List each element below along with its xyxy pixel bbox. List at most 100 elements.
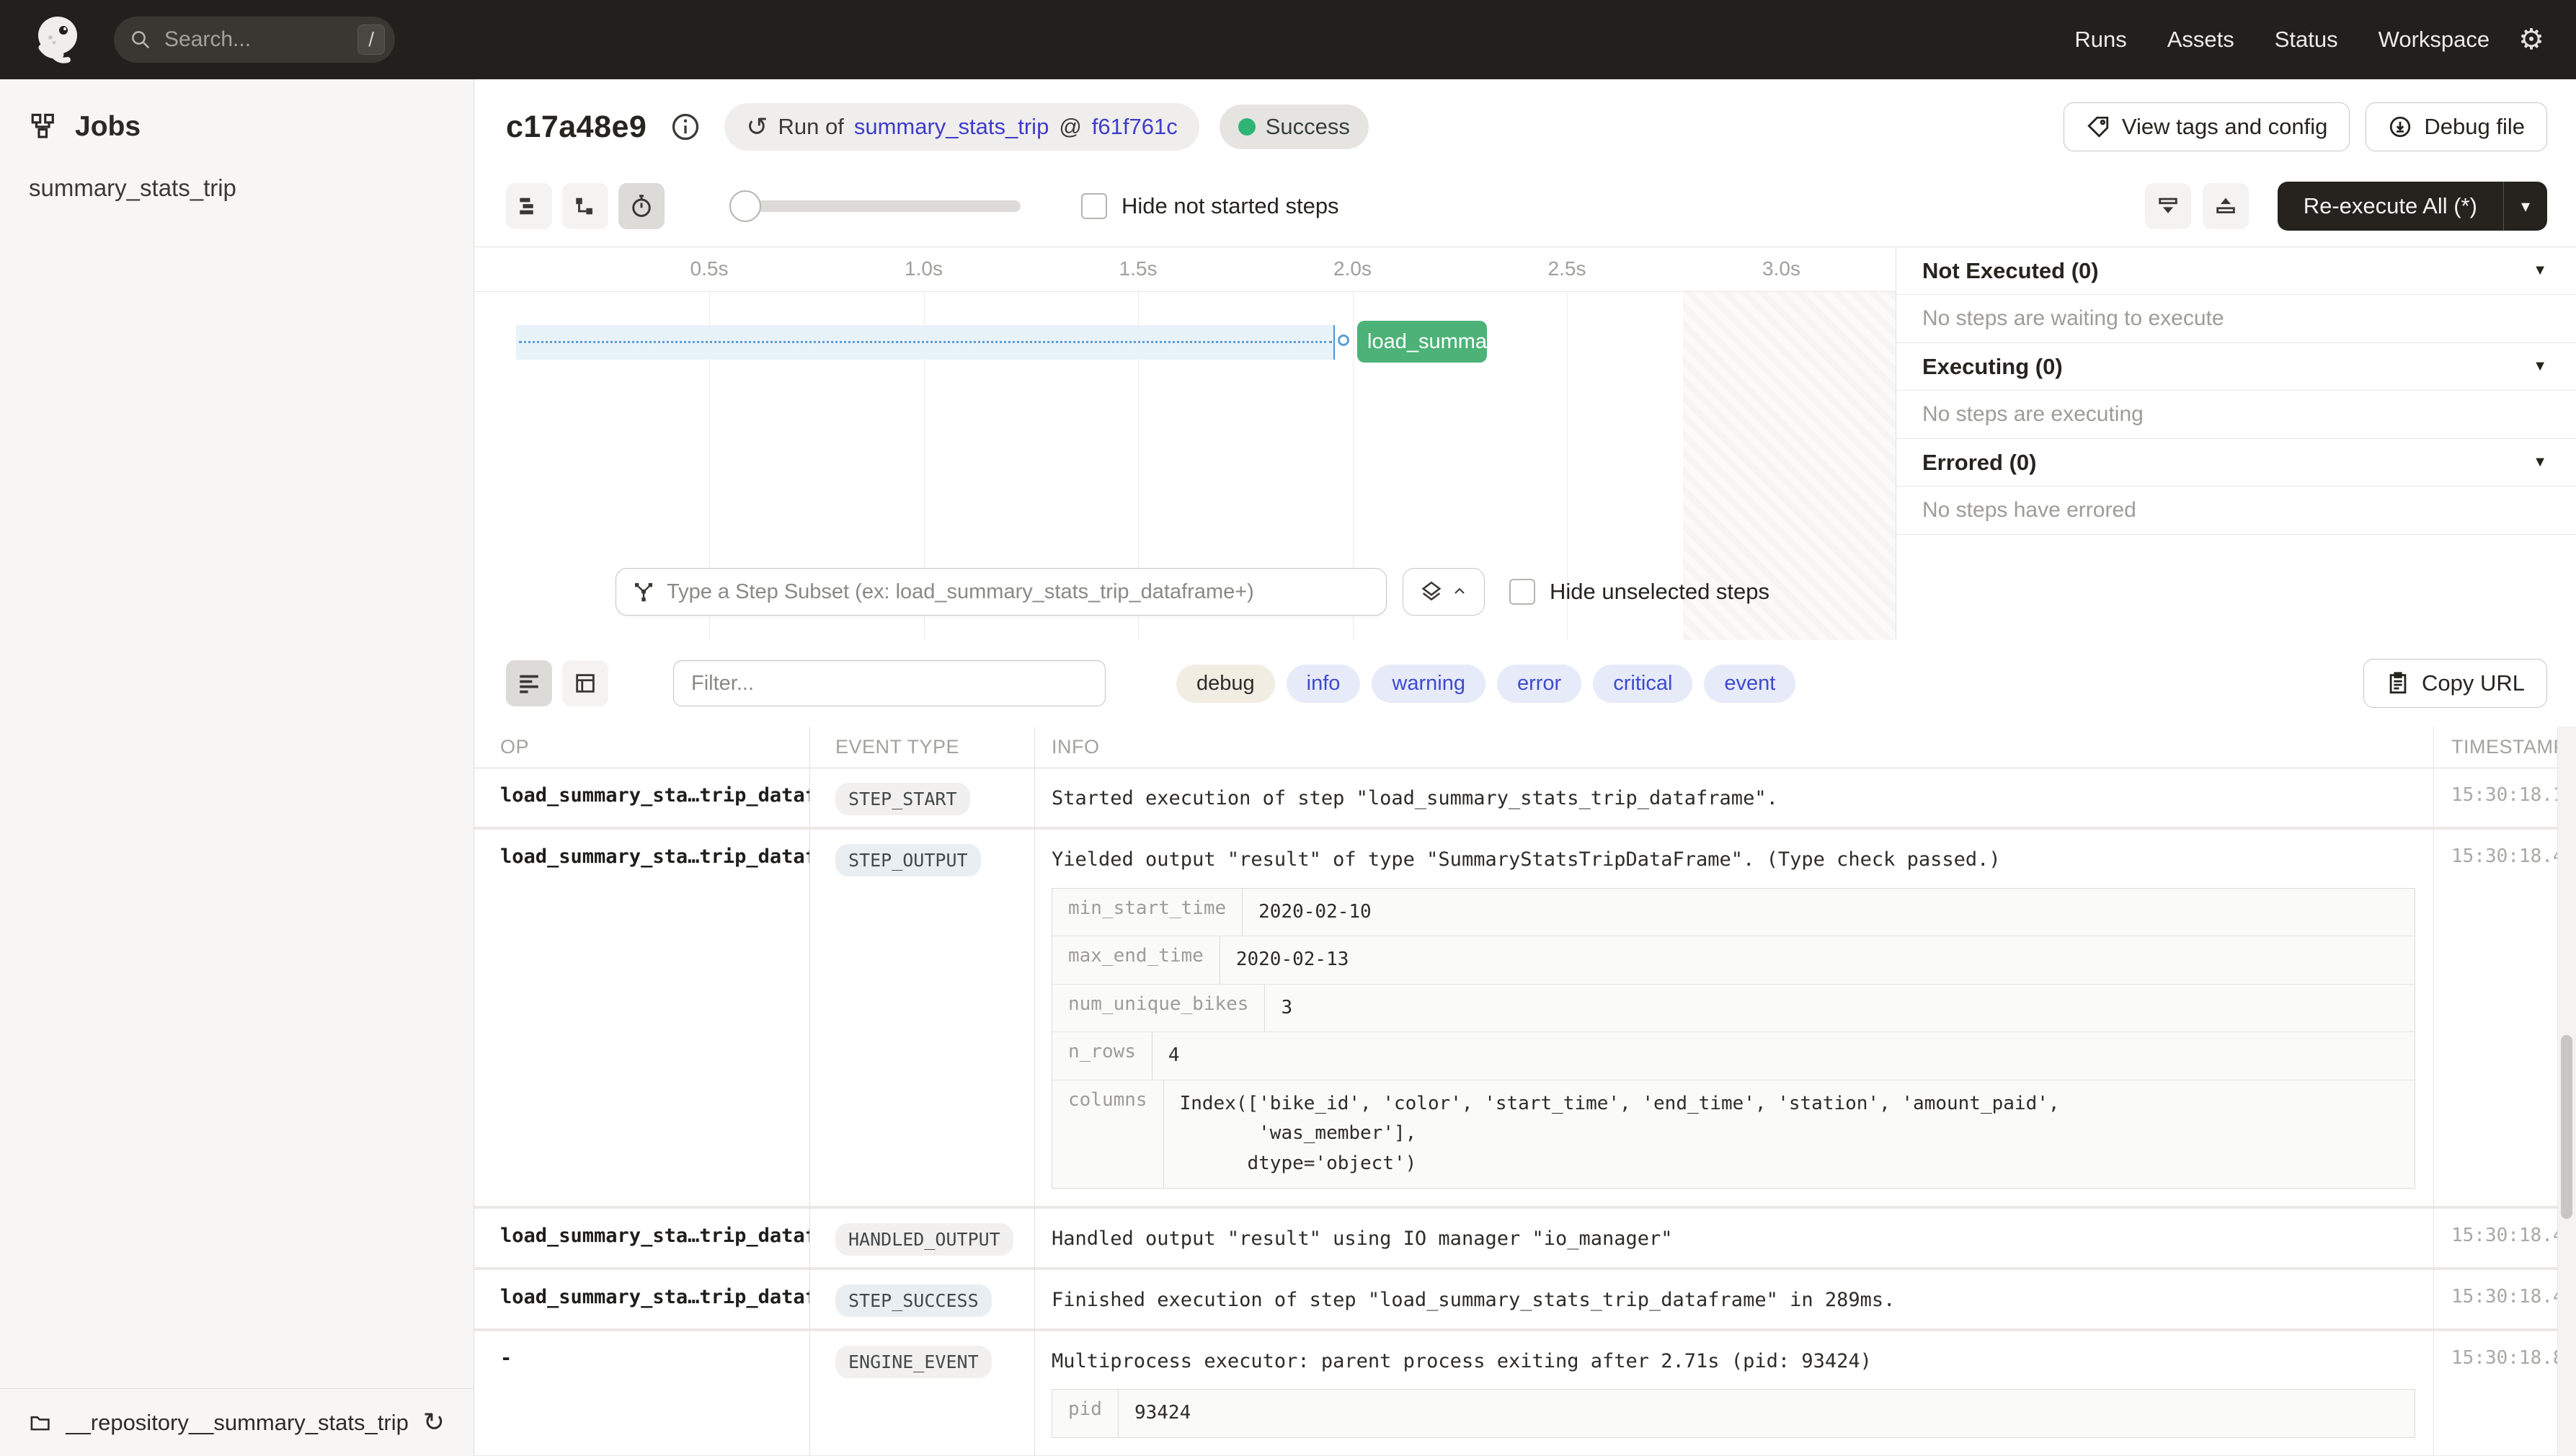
repository-row[interactable]: __repository__summary_stats_trip ↻: [0, 1388, 474, 1456]
search-placeholder: Search...: [164, 27, 252, 51]
log-op-cell: -: [500, 1346, 512, 1370]
log-info-cell: Handled output "result" using IO manager…: [1034, 1209, 2434, 1267]
global-search-input[interactable]: Search... /: [114, 17, 395, 63]
log-table-header: OP EVENT TYPE INFO TIMESTAMP: [474, 727, 2576, 768]
log-message: Handled output "result" using IO manager…: [1052, 1227, 1673, 1250]
log-scrollbar-thumb[interactable]: [2561, 1035, 2572, 1219]
panel-section-header[interactable]: Errored (0) ▼: [1896, 439, 2576, 487]
log-event-type-cell: STEP_OUTPUT: [809, 830, 1034, 1206]
log-timestamp: 15:30:18.895: [2451, 1346, 2576, 1369]
re-execute-all-button[interactable]: Re-execute All (*): [2278, 182, 2503, 231]
panel-section-header[interactable]: Executing (0) ▼: [1896, 343, 2576, 391]
topnav-link-assets[interactable]: Assets: [2167, 27, 2234, 53]
log-level-chip-info[interactable]: info: [1286, 664, 1361, 703]
log-toolbar: Filter... debug info warning error critical e…: [474, 640, 2576, 727]
metadata-value: Index(['bike_id', 'color', 'start_time',…: [1179, 1092, 2060, 1175]
copy-url-button[interactable]: Copy URL: [2363, 659, 2547, 708]
log-level-chip-event[interactable]: event: [1704, 664, 1796, 703]
status-badge: Success: [1219, 105, 1369, 149]
log-info-cell: Started execution of step "load_summary_…: [1034, 768, 2434, 827]
log-table-row[interactable]: - ENGINE_EVENT Multiprocess executor: pare…: [474, 1331, 2576, 1456]
pane-down-icon: [2158, 197, 2177, 213]
re-execute-caret-button[interactable]: ▾: [2504, 182, 2547, 231]
commit-link[interactable]: f61f761c: [1092, 114, 1178, 140]
sidebar-item-summary-stats-trip[interactable]: summary_stats_trip: [0, 150, 474, 202]
metadata-value: 93424: [1134, 1402, 1191, 1424]
log-column-header: OP: [500, 736, 530, 758]
caret-down-icon: ▼: [2533, 454, 2547, 470]
hide-not-started-row[interactable]: Hide not started steps: [1081, 193, 1339, 219]
log-op-cell: load_summary_sta…trip_dataframe: [500, 1224, 809, 1247]
topnav-link-runs[interactable]: Runs: [2074, 27, 2126, 53]
log-timestamp: 15:30:18.427: [2451, 845, 2576, 867]
hide-not-started-checkbox[interactable]: [1081, 193, 1107, 219]
log-event-type-cell: STEP_SUCCESS: [809, 1270, 1034, 1328]
view-tags-and-config-button[interactable]: View tags and config: [2063, 102, 2350, 151]
metadata-key: n_rows: [1052, 1032, 1152, 1080]
log-level-chips: debug info warning error critical event: [1176, 664, 1796, 703]
log-filter-input[interactable]: Filter...: [673, 660, 1106, 706]
gantt-timing-view-button[interactable]: [618, 183, 665, 229]
pipeline-link[interactable]: summary_stats_trip: [854, 114, 1049, 140]
log-table-row[interactable]: load_summary_sta…trip_dataframe STEP_SUCC…: [474, 1270, 2576, 1331]
log-op-cell: load_summary_sta…trip_dataframe: [500, 1285, 809, 1308]
log-level-chip-critical[interactable]: critical: [1593, 664, 1693, 703]
log-table-row[interactable]: load_summary_sta…trip_dataframe STEP_STAR…: [474, 768, 2576, 830]
log-level-chip-error[interactable]: error: [1496, 664, 1582, 703]
gantt-flat-view-button[interactable]: [506, 183, 552, 229]
log-timestamp: 15:30:18.451: [2451, 1285, 2576, 1308]
refresh-icon[interactable]: ↻: [423, 1408, 445, 1437]
tag-icon: [2087, 116, 2109, 138]
log-message: Multiprocess executor: parent process ex…: [1052, 1349, 1872, 1372]
gantt-zoom-slider[interactable]: [729, 190, 1021, 222]
log-table-row[interactable]: load_summary_sta…trip_dataframe HANDLED_O…: [474, 1209, 2576, 1270]
axis-tick-label: 1.5s: [1119, 257, 1158, 280]
gear-icon[interactable]: ⚙: [2518, 23, 2544, 56]
log-level-chip-warning[interactable]: warning: [1372, 664, 1485, 703]
hide-unselected-row[interactable]: Hide unselected steps: [1509, 579, 1769, 605]
flat-view-icon: [520, 197, 533, 215]
dagster-logo-icon[interactable]: [32, 13, 85, 66]
step-subset-placeholder: Type a Step Subset (ex: load_summary_sta…: [667, 580, 1254, 603]
metadata-row: min_start_time 2020-02-10: [1052, 888, 2415, 937]
metadata-row: n_rows 4: [1052, 1032, 2415, 1080]
metadata-row: num_unique_bikes 3: [1052, 984, 2415, 1033]
slider-thumb[interactable]: [729, 190, 761, 222]
log-scrollbar-track[interactable]: [2557, 727, 2576, 1456]
step-status-panel: Not Executed (0) ▼ No steps are waiting to…: [1896, 247, 2576, 640]
log-message: Finished execution of step "load_summary…: [1052, 1288, 1896, 1311]
repository-name: __repository__summary_stats_trip: [66, 1409, 409, 1435]
jobs-title: Jobs: [75, 111, 141, 142]
top-navigation-bar: Search... / Runs Assets Status Workspace ⚙: [0, 0, 2576, 79]
log-table-row[interactable]: load_summary_sta…trip_dataframe STEP_OUTP…: [474, 830, 2576, 1209]
pane-up-icon: [2216, 197, 2235, 213]
expand-panel-up-button[interactable]: [2202, 183, 2249, 229]
axis-tick-label: 2.5s: [1547, 257, 1586, 280]
gantt-step-box[interactable]: load_summary_: [1357, 321, 1487, 363]
log-column-header: INFO: [1052, 736, 1100, 758]
download-circle-icon: [2390, 116, 2411, 138]
info-icon[interactable]: [667, 108, 704, 146]
panel-section-header[interactable]: Not Executed (0) ▼: [1896, 247, 2576, 295]
debug-file-button[interactable]: Debug file: [2366, 102, 2547, 151]
stream-view-button[interactable]: [506, 660, 552, 706]
panel-section-title: Executing (0): [1922, 353, 2063, 379]
topnav-link-status[interactable]: Status: [2275, 27, 2338, 53]
hide-unselected-checkbox[interactable]: [1509, 579, 1535, 605]
apply-subset-button[interactable]: [1403, 568, 1485, 616]
metadata-key: columns: [1052, 1080, 1164, 1188]
log-op-cell: load_summary_sta…trip_dataframe: [500, 845, 809, 868]
metadata-row: columns Index(['bike_id', 'color', 'start…: [1052, 1080, 2415, 1188]
step-subset-input[interactable]: Type a Step Subset (ex: load_summary_sta…: [616, 568, 1387, 616]
gantt-dependency-dot: [1338, 334, 1349, 346]
expand-panel-down-button[interactable]: [2144, 183, 2191, 229]
topnav-link-workspace[interactable]: Workspace: [2379, 27, 2490, 53]
success-dot-icon: [1238, 118, 1256, 136]
log-level-chip-debug[interactable]: debug: [1176, 664, 1275, 703]
metadata-value: 3: [1281, 996, 1293, 1018]
gantt-waterfall-view-button[interactable]: [562, 183, 608, 229]
structured-view-button[interactable]: [562, 660, 608, 706]
log-event-type-cell: ENGINE_EVENT: [809, 1331, 1034, 1455]
log-event-type-cell: STEP_START: [809, 768, 1034, 827]
column-divider: [1034, 727, 1035, 1456]
